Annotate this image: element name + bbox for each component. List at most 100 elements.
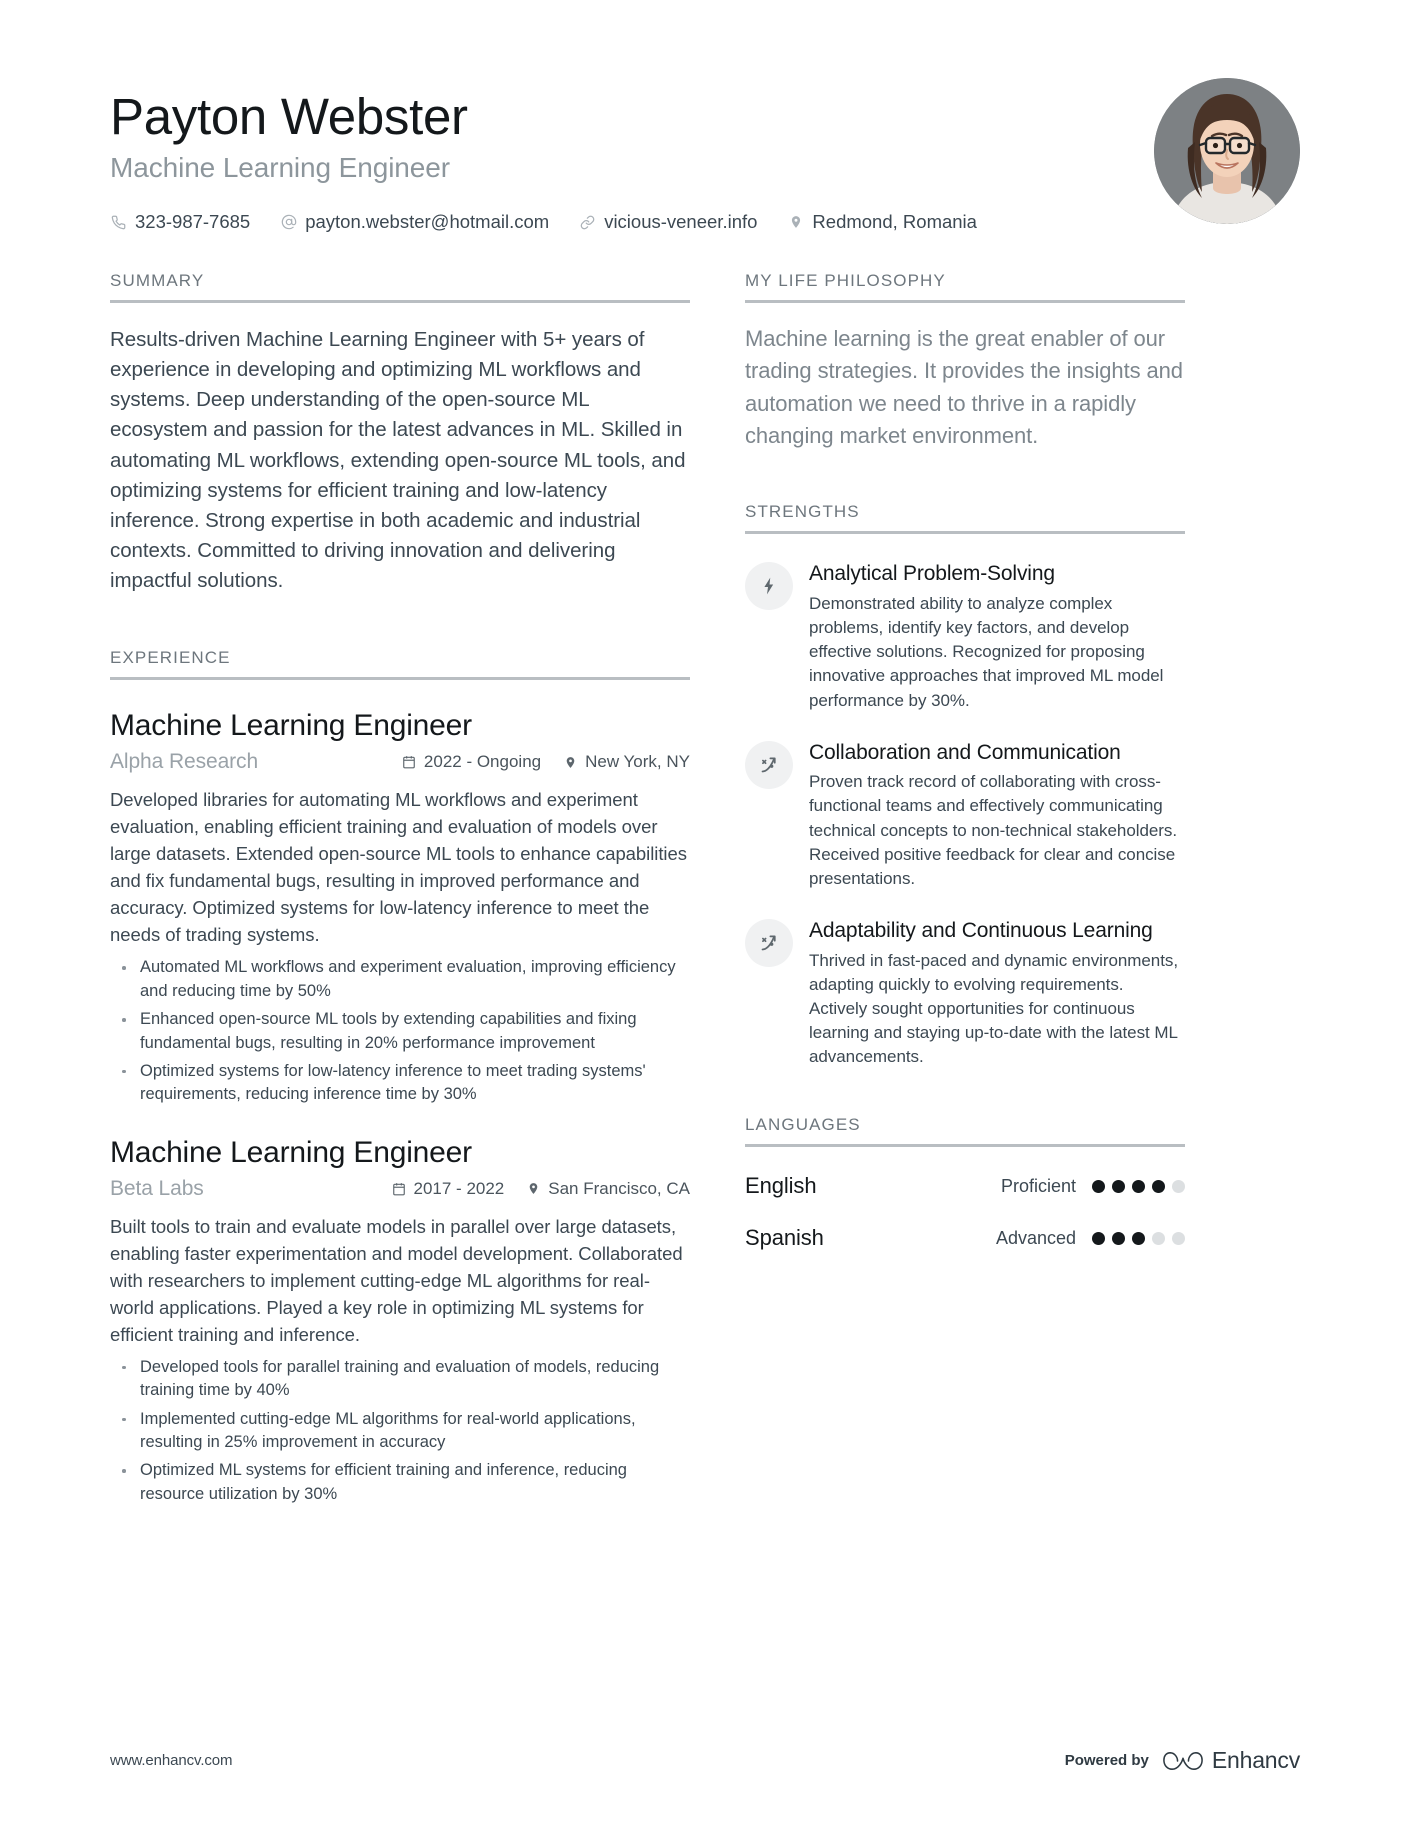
strength-title: Collaboration and Communication	[809, 740, 1121, 764]
avatar	[1154, 78, 1300, 224]
dot-filled	[1092, 1179, 1105, 1193]
resume-page: Payton Webster Machine Learning Engineer…	[0, 0, 1410, 1826]
language-proficiency-dots	[1092, 1179, 1185, 1193]
experience-location-value: New York, NY	[585, 752, 690, 772]
dot-filled	[1092, 1231, 1105, 1245]
languages-heading: LANGUAGES	[745, 1115, 1185, 1148]
footer-brand: Powered by Enhancv	[1064, 1747, 1301, 1774]
summary-text: Results-driven Machine Learning Engineer…	[110, 328, 686, 593]
dot-filled	[1112, 1179, 1125, 1193]
map-pin-icon	[787, 214, 804, 231]
language-level: Proficient	[1000, 1175, 1076, 1196]
dot-empty	[1172, 1231, 1185, 1245]
experience-heading: EXPERIENCE	[110, 648, 690, 681]
footer-powered-by: Powered by	[1064, 1752, 1149, 1769]
link-icon	[579, 214, 596, 231]
experience-dates-value: 2017 - 2022	[413, 1178, 505, 1198]
contact-location-value: Redmond, Romania	[812, 211, 977, 233]
strength-title: Adaptability and Continuous Learning	[809, 918, 1153, 942]
strength-description: Thrived in fast-paced and dynamic enviro…	[809, 950, 1179, 1067]
contact-location: Redmond, Romania	[787, 211, 977, 233]
languages-section: LANGUAGES English Proficient Spanish Adv…	[745, 1115, 1185, 1251]
strength-body: Collaboration and Communication Proven t…	[809, 739, 1185, 891]
header-job-title: Machine Learning Engineer	[110, 152, 450, 184]
resume-header: Payton Webster Machine Learning Engineer…	[110, 0, 1300, 233]
philosophy-text: Machine learning is the great enabler of…	[745, 326, 1183, 449]
dot-filled	[1152, 1179, 1165, 1193]
experience-description: Developed libraries for automating ML wo…	[110, 789, 687, 946]
experience-company: Alpha Research	[110, 750, 259, 774]
experience-item: Machine Learning Engineer Beta Labs 2017…	[110, 1133, 690, 1507]
contact-website-value: vicious-veneer.info	[604, 211, 758, 233]
dot-empty	[1152, 1231, 1165, 1245]
strength-description: Proven track record of collaborating wit…	[809, 772, 1177, 888]
strategy-arrow-icon	[745, 918, 793, 967]
experience-role: Machine Learning Engineer	[110, 1135, 472, 1169]
right-column: MY LIFE PHILOSOPHY Machine learning is t…	[745, 271, 1185, 1511]
contact-website[interactable]: vicious-veneer.info	[579, 211, 757, 233]
language-level: Advanced	[995, 1227, 1076, 1248]
dot-filled	[1112, 1231, 1125, 1245]
footer-brand-name: Enhancv	[1211, 1747, 1300, 1773]
contact-phone[interactable]: 323-987-7685	[110, 211, 250, 233]
experience-location-value: San Francisco, CA	[548, 1178, 690, 1198]
contact-email[interactable]: payton.webster@hotmail.com	[280, 211, 549, 233]
contact-row: 323-987-7685 payton.webster@hotmail.com	[110, 211, 1134, 233]
strength-body: Analytical Problem-Solving Demonstrated …	[809, 560, 1185, 712]
dot-empty	[1172, 1179, 1185, 1193]
map-pin-icon	[563, 755, 578, 770]
philosophy-section: MY LIFE PHILOSOPHY Machine learning is t…	[745, 271, 1185, 452]
experience-section: EXPERIENCE Machine Learning Engineer Alp…	[110, 648, 690, 1506]
experience-item: Machine Learning Engineer Alpha Research	[110, 706, 690, 1107]
strength-item: Adaptability and Continuous Learning Thr…	[745, 917, 1185, 1069]
summary-section: SUMMARY Results-driven Machine Learning …	[110, 271, 690, 596]
contact-email-value: payton.webster@hotmail.com	[305, 211, 550, 233]
strength-description: Demonstrated ability to analyze complex …	[809, 594, 1164, 710]
list-item: Developed tools for parallel training an…	[110, 1356, 690, 1403]
list-item: Automated ML workflows and experiment ev…	[110, 956, 690, 1003]
list-item: Enhanced open-source ML tools by extendi…	[110, 1008, 690, 1055]
contact-phone-value: 323-987-7685	[135, 211, 251, 233]
left-column: SUMMARY Results-driven Machine Learning …	[110, 271, 690, 1511]
summary-heading: SUMMARY	[110, 271, 690, 304]
language-proficiency-dots	[1092, 1231, 1185, 1245]
phone-icon	[110, 214, 127, 231]
resume-body: SUMMARY Results-driven Machine Learning …	[110, 271, 1300, 1511]
experience-meta: Beta Labs 2017 - 2022 San Francisco, CA	[110, 1177, 690, 1201]
experience-bullets: Automated ML workflows and experiment ev…	[110, 956, 690, 1107]
list-item: Optimized systems for low-latency infere…	[110, 1060, 690, 1107]
dot-filled	[1132, 1179, 1145, 1193]
experience-role: Machine Learning Engineer	[110, 709, 472, 743]
philosophy-heading: MY LIFE PHILOSOPHY	[745, 271, 1185, 304]
header-identity: Payton Webster Machine Learning Engineer…	[110, 78, 1134, 233]
language-row: Spanish Advanced	[745, 1225, 1185, 1251]
experience-dates-value: 2022 - Ongoing	[423, 752, 542, 772]
strengths-heading: STRENGTHS	[745, 502, 1185, 535]
at-sign-icon	[280, 214, 297, 231]
experience-dates: 2017 - 2022	[392, 1178, 505, 1199]
calendar-icon	[402, 755, 417, 770]
lightning-bolt-icon	[745, 562, 793, 611]
strength-item: Analytical Problem-Solving Demonstrated …	[745, 560, 1185, 712]
experience-description: Built tools to train and evaluate models…	[110, 1215, 683, 1345]
experience-location: San Francisco, CA	[526, 1179, 690, 1199]
strength-item: Collaboration and Communication Proven t…	[745, 739, 1185, 891]
strength-title: Analytical Problem-Solving	[809, 562, 1055, 586]
experience-bullets: Developed tools for parallel training an…	[110, 1356, 690, 1507]
calendar-icon	[392, 1181, 407, 1196]
experience-meta: Alpha Research 2022 - Ongoing New York, …	[110, 750, 690, 774]
language-name: Spanish	[745, 1225, 824, 1251]
footer-url[interactable]: www.enhancv.com	[110, 1752, 233, 1769]
list-item: Optimized ML systems for efficient train…	[110, 1459, 690, 1506]
page-title: Payton Webster	[110, 88, 468, 145]
column-gap	[690, 271, 745, 1511]
enhancv-logo: Enhancv	[1163, 1747, 1300, 1774]
resume-footer: www.enhancv.com Powered by Enhancv	[110, 1747, 1300, 1774]
language-name: English	[745, 1173, 817, 1199]
experience-company: Beta Labs	[110, 1176, 204, 1200]
experience-location: New York, NY	[563, 752, 690, 772]
map-pin-icon	[526, 1181, 541, 1196]
list-item: Implemented cutting-edge ML algorithms f…	[110, 1408, 690, 1455]
strategy-arrow-icon	[745, 740, 793, 789]
experience-dates: 2022 - Ongoing	[402, 752, 541, 772]
